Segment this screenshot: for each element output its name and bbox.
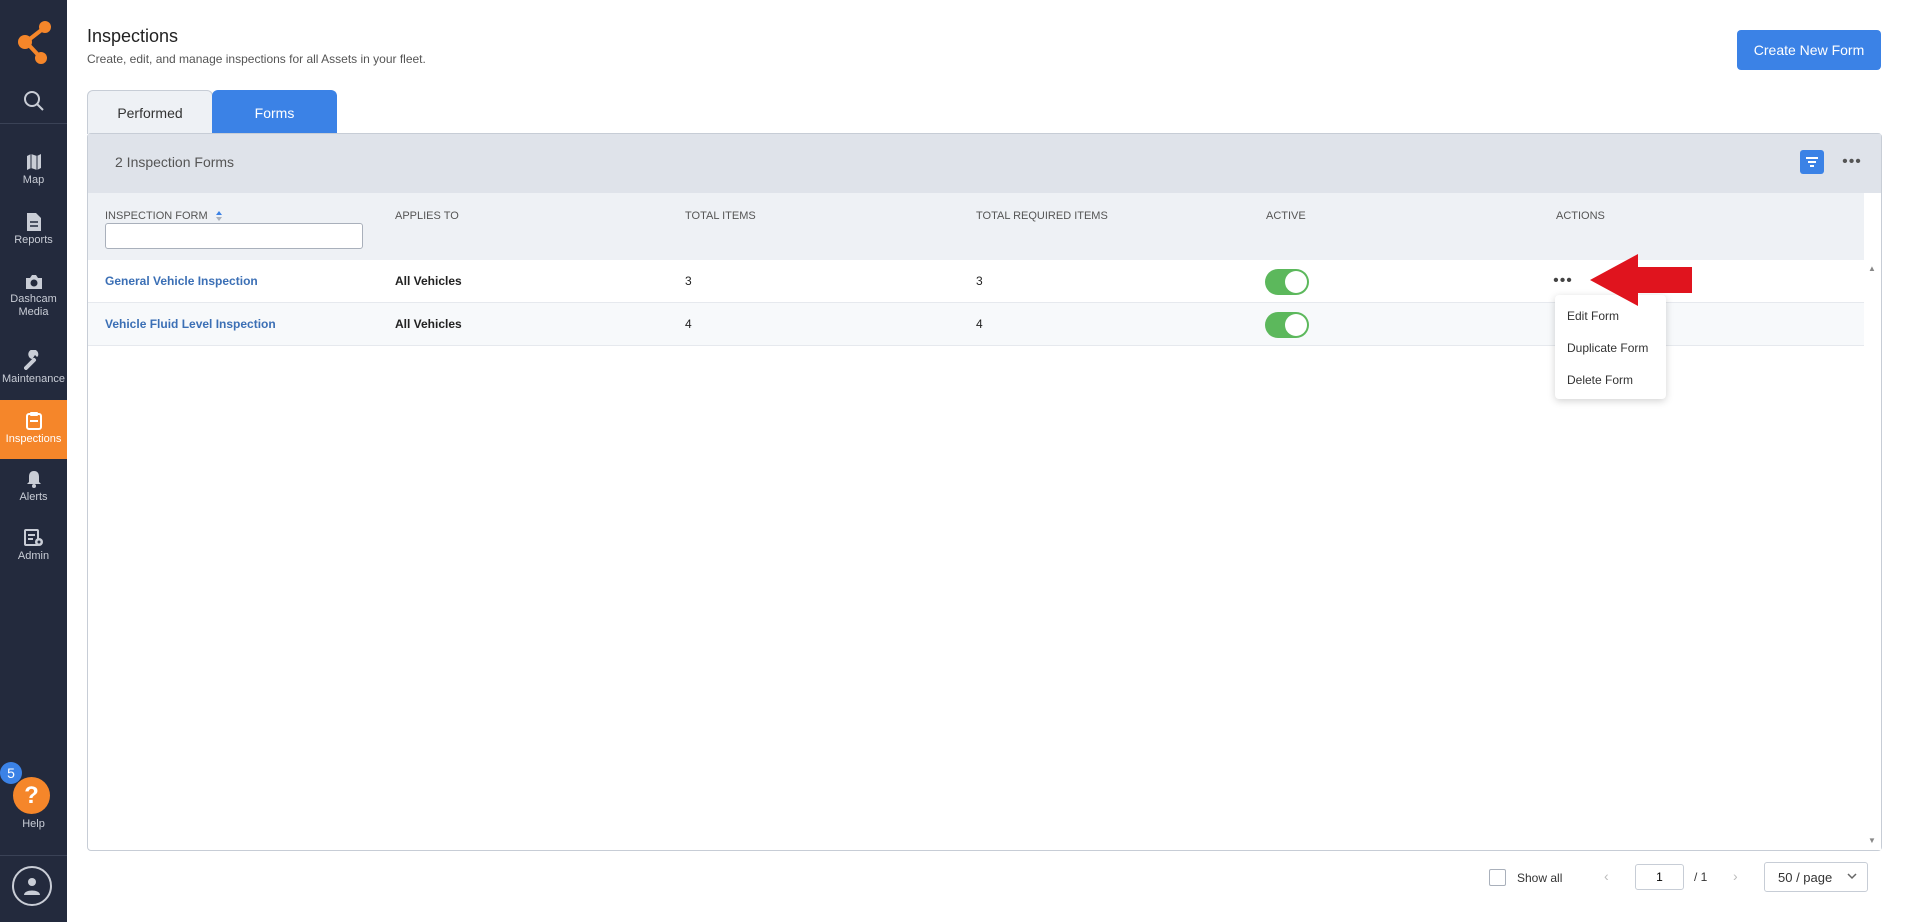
sidebar-item-inspections[interactable]: Inspections <box>0 400 67 459</box>
camera-icon <box>25 275 42 289</box>
sort-icon[interactable] <box>215 210 223 222</box>
form-count: 2 Inspection Forms <box>115 154 235 170</box>
sidebar-item-label: Alerts <box>19 491 48 503</box>
sidebar-item-reports[interactable]: Reports <box>0 213 67 257</box>
applies-to-cell: All Vehicles <box>395 274 462 288</box>
column-header-applies-to: APPLIES TO <box>395 210 459 222</box>
tab-forms[interactable]: Forms <box>212 90 337 134</box>
page-size-select[interactable]: 50 / page <box>1764 862 1868 892</box>
sidebar-divider <box>0 855 67 856</box>
help-icon: ? <box>13 777 50 814</box>
sidebar-item-label: Inspections <box>5 433 62 445</box>
admin-icon <box>23 529 43 546</box>
scrollbar[interactable] <box>1864 193 1881 850</box>
forms-panel: 2 Inspection Forms ••• INSPECTION FORM A… <box>87 133 1882 851</box>
actions-dropdown-menu: Edit Form Duplicate Form Delete Form <box>1555 295 1666 399</box>
active-toggle[interactable] <box>1265 269 1309 295</box>
column-header-inspection-form[interactable]: INSPECTION FORM <box>105 210 223 222</box>
help-badge: 5 <box>0 762 22 784</box>
total-required-cell: 3 <box>976 274 983 288</box>
scroll-down-icon[interactable]: ▼ <box>1868 836 1876 845</box>
chevron-left-icon[interactable]: ‹ <box>1604 868 1609 884</box>
active-toggle[interactable] <box>1265 312 1309 338</box>
sidebar-item-map[interactable]: Map <box>0 153 67 197</box>
form-name-link[interactable]: Vehicle Fluid Level Inspection <box>105 317 276 331</box>
filter-button[interactable] <box>1800 150 1824 174</box>
column-header-active: ACTIVE <box>1266 210 1306 222</box>
table-header: INSPECTION FORM APPLIES TO TOTAL ITEMS T… <box>88 193 1864 260</box>
bell-icon <box>26 471 41 488</box>
menu-item-edit-form[interactable]: Edit Form <box>1567 309 1619 323</box>
logo-icon[interactable] <box>14 20 54 64</box>
menu-item-duplicate-form[interactable]: Duplicate Form <box>1567 341 1648 355</box>
row-actions-more-icon[interactable]: ••• <box>1552 272 1574 290</box>
total-items-cell: 3 <box>685 274 692 288</box>
create-new-form-button[interactable]: Create New Form <box>1737 30 1881 70</box>
tab-performed[interactable]: Performed <box>87 90 213 134</box>
avatar[interactable] <box>12 866 52 906</box>
sidebar-item-admin[interactable]: Admin <box>0 529 67 573</box>
show-all-checkbox[interactable] <box>1489 869 1506 886</box>
sidebar-search-button[interactable] <box>0 78 67 124</box>
page-subtitle: Create, edit, and manage inspections for… <box>87 52 426 66</box>
sidebar-item-dashcam-media[interactable]: Dashcam Media <box>0 274 67 330</box>
page-title: Inspections <box>87 26 179 46</box>
sidebar-item-label: Admin <box>17 550 50 562</box>
total-items-cell: 4 <box>685 317 692 331</box>
applies-to-cell: All Vehicles <box>395 317 462 331</box>
user-icon <box>24 878 40 895</box>
total-required-cell: 4 <box>976 317 983 331</box>
search-icon <box>23 90 44 111</box>
column-header-total-items: TOTAL ITEMS <box>685 210 756 222</box>
panel-header: 2 Inspection Forms ••• <box>88 134 1881 193</box>
filter-icon <box>1806 157 1818 167</box>
inspection-form-filter-input[interactable] <box>105 223 363 249</box>
form-name-link[interactable]: General Vehicle Inspection <box>105 274 258 288</box>
column-header-actions: ACTIONS <box>1556 210 1605 222</box>
sidebar-item-alerts[interactable]: Alerts <box>0 470 67 514</box>
scroll-up-icon[interactable]: ▲ <box>1868 264 1876 273</box>
sidebar-item-label: Reports <box>14 234 53 246</box>
menu-item-delete-form[interactable]: Delete Form <box>1567 373 1633 387</box>
page-total: / 1 <box>1694 870 1708 884</box>
reports-icon <box>26 213 41 231</box>
panel-more-icon[interactable]: ••• <box>1840 152 1864 172</box>
column-header-total-required-items: TOTAL REQUIRED ITEMS <box>976 210 1108 222</box>
chevron-down-icon <box>1847 873 1857 880</box>
show-all-label: Show all <box>1517 871 1563 885</box>
sidebar-item-label: Map <box>22 174 45 186</box>
page-size-value: 50 / page <box>1778 869 1833 885</box>
wrench-icon <box>23 350 40 370</box>
chevron-right-icon[interactable]: › <box>1733 868 1738 884</box>
page-number-input[interactable] <box>1635 864 1684 890</box>
sidebar-item-label: Dashcam Media <box>10 293 57 318</box>
inspections-icon <box>25 412 42 430</box>
annotation-arrow-icon <box>1590 254 1692 306</box>
map-icon <box>26 154 41 170</box>
help-button[interactable]: ? 5 Help <box>0 760 67 830</box>
sidebar-item-label: Maintenance <box>2 373 65 385</box>
sidebar: Map Reports Dashcam Media Maintenance In… <box>0 0 67 922</box>
sidebar-item-maintenance[interactable]: Maintenance <box>0 350 67 394</box>
help-label: Help <box>22 818 45 830</box>
